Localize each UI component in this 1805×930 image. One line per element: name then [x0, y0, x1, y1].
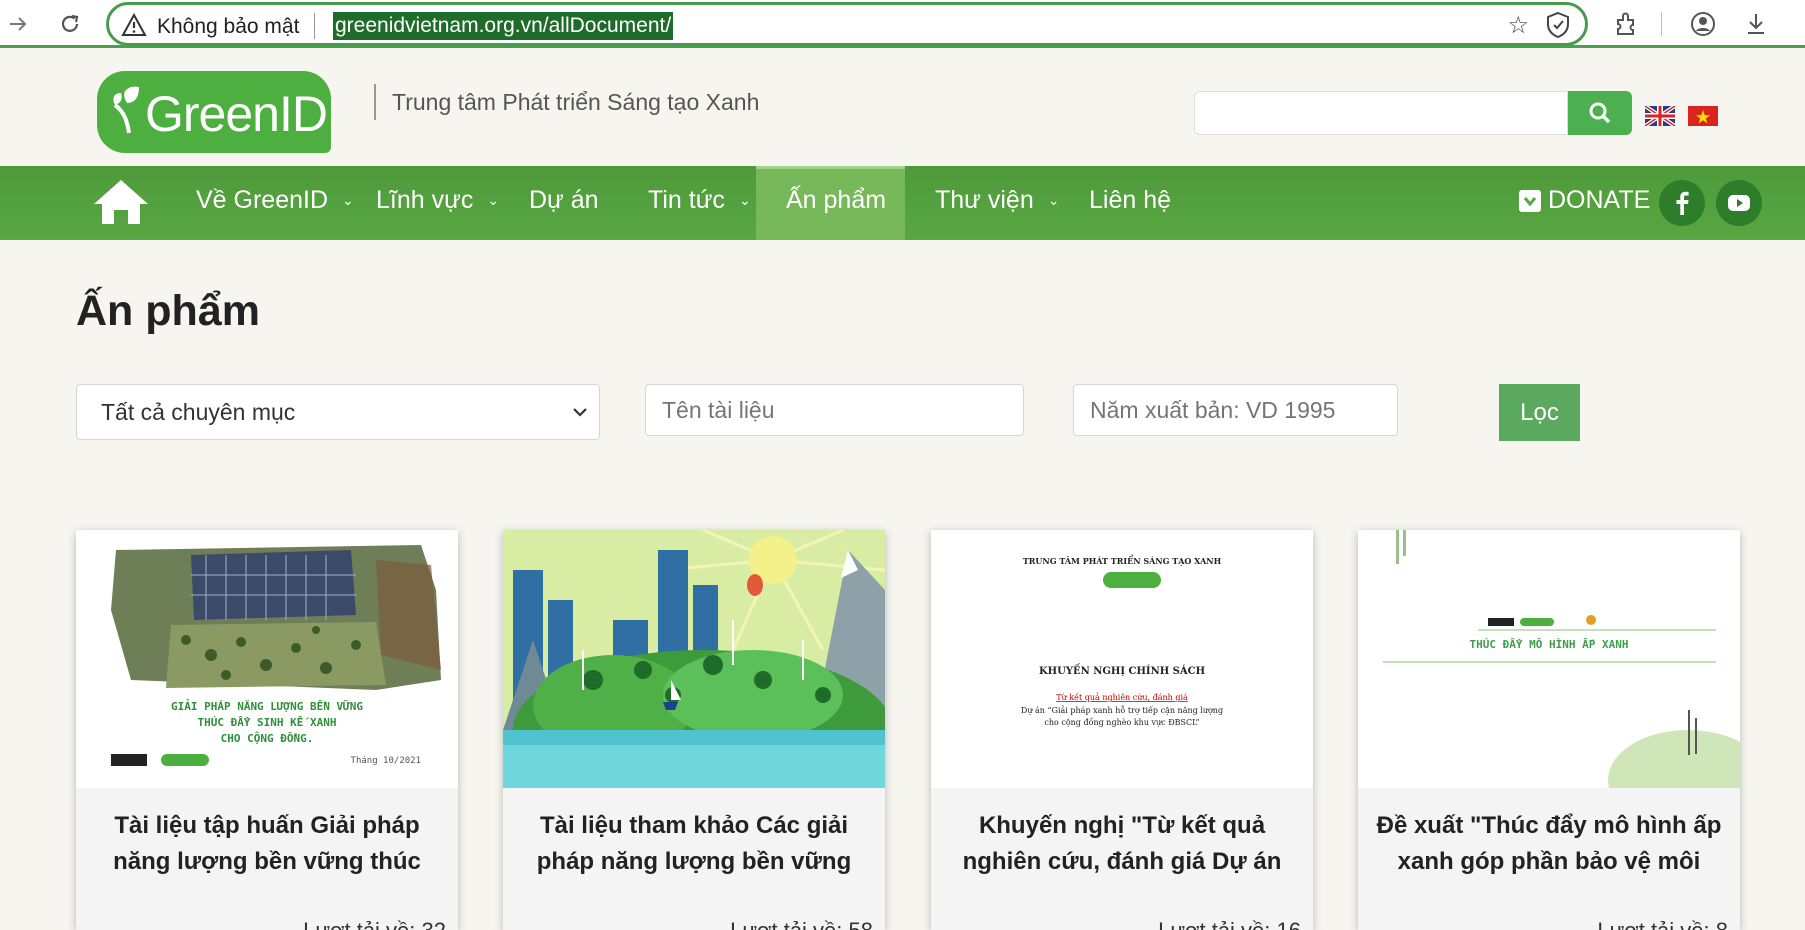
nav-item-label: Dự án [529, 186, 599, 214]
document-cover-image[interactable]: THÚC ĐẨY MÔ HÌNH ẤP XANH [1358, 530, 1740, 788]
page-title: Ấn phẩm [76, 287, 260, 335]
chevron-down-icon: ⌄ [342, 192, 354, 208]
leaf-icon [113, 86, 139, 134]
address-divider [314, 13, 315, 39]
chevron-down-icon [573, 408, 587, 417]
document-name-input[interactable] [645, 384, 1024, 436]
cover-line: THÚC ĐẨY SINH KẾ XANH [197, 716, 336, 729]
search-button[interactable] [1568, 91, 1632, 135]
extensions-icon[interactable] [1612, 10, 1640, 38]
nav-item-thu-vien[interactable]: Thư viện ⌄ [935, 186, 1059, 215]
nav-item-label: Về GreenID [196, 186, 329, 214]
cover-line: cho cộng đồng nghèo khu vực ĐBSCL” [1044, 718, 1199, 727]
cover-line: GIẢI PHÁP NĂNG LƯỢNG BỀN VỮNG [171, 699, 363, 713]
document-cover-image[interactable]: GIẢI PHÁP NĂNG LƯỢNG BỀN VỮNG THÚC ĐẨY S… [76, 530, 458, 788]
donate-button[interactable]: DONATE [1518, 186, 1650, 215]
download-count: Lượt tải về: 58 [730, 918, 873, 930]
site-header: GreenID Trung tâm Phát triển Sáng tạo Xa… [0, 51, 1805, 166]
chevron-down-icon: ⌄ [487, 192, 500, 208]
greenid-logo[interactable]: GreenID [97, 71, 331, 153]
warning-icon[interactable] [121, 13, 147, 37]
document-card[interactable]: GIẢI PHÁP NĂNG LƯỢNG BỀN VỮNG THÚC ĐẨY S… [76, 530, 458, 930]
download-icon[interactable] [1742, 10, 1770, 38]
nav-item-linh-vuc[interactable]: Lĩnh vực ⌄ [376, 186, 499, 215]
nav-item-ve-greenid[interactable]: Về GreenID ⌄ [196, 186, 354, 215]
nav-item-label: Thư viện [935, 186, 1034, 214]
tagline: Trung tâm Phát triển Sáng tạo Xanh [392, 89, 760, 115]
cover-line: KHUYẾN NGHỊ CHÍNH SÁCH [1039, 664, 1205, 677]
category-selected-value: Tất cả chuyên mục [101, 398, 296, 425]
nav-item-lien-he[interactable]: Liên hệ [1089, 186, 1171, 215]
nav-item-label: Tin tức [648, 186, 725, 214]
facebook-icon[interactable] [1659, 180, 1705, 226]
nav-item-du-an[interactable]: Dự án [529, 186, 599, 215]
url-text[interactable]: greenidvietnam.org.vn/allDocument/ [333, 12, 674, 40]
cover-date: Tháng 10/2021 [351, 756, 421, 766]
document-card[interactable]: Tài liệu tham khảo Các giải pháp năng lư… [503, 530, 885, 930]
toolbar-divider [1661, 12, 1662, 36]
cover-line: CHO CỘNG ĐỒNG. [221, 731, 314, 745]
cover-line: Từ kết quả nghiên cứu, đánh giá [1056, 693, 1188, 702]
cover-line: TRUNG TÂM PHÁT TRIỂN SÁNG TẠO XANH [1023, 555, 1222, 566]
document-title[interactable]: Khuyến nghị "Từ kết quả nghiên cứu, đánh… [945, 808, 1299, 880]
home-icon[interactable] [92, 178, 150, 226]
nav-item-label: Liên hệ [1089, 186, 1172, 214]
nav-item-tin-tuc[interactable]: Tin tức ⌄ [648, 186, 751, 215]
reload-icon[interactable] [54, 8, 86, 40]
vn-flag-icon[interactable] [1688, 106, 1718, 126]
document-cover-image[interactable]: TRUNG TÂM PHÁT TRIỂN SÁNG TẠO XANH KHUYẾ… [931, 530, 1313, 788]
tagline-divider [374, 84, 376, 120]
document-cover-image[interactable] [503, 530, 885, 788]
cover-line: THÚC ĐẨY MÔ HÌNH ẤP XANH [1470, 638, 1629, 651]
security-label[interactable]: Không bảo mật [157, 15, 299, 39]
search-icon [1589, 102, 1611, 124]
publish-year-input[interactable] [1073, 384, 1398, 436]
address-bar[interactable]: Không bảo mật greenidvietnam.org.vn/allD… [106, 2, 1588, 46]
chevron-down-icon: ⌄ [738, 192, 751, 208]
forward-icon[interactable] [2, 8, 34, 40]
document-title[interactable]: Đề xuất "Thúc đẩy mô hình ấp xanh góp ph… [1372, 808, 1726, 880]
download-count: Lượt tải về: 32 [303, 918, 446, 930]
logo-text: GreenID [145, 86, 328, 142]
document-title[interactable]: Tài liệu tập huấn Giải pháp năng lượng b… [90, 808, 444, 880]
profile-icon[interactable] [1689, 10, 1717, 38]
document-title[interactable]: Tài liệu tham khảo Các giải pháp năng lư… [517, 808, 871, 880]
uk-flag-icon[interactable] [1645, 106, 1675, 126]
filter-button[interactable]: Lọc [1499, 384, 1580, 441]
document-card[interactable]: THÚC ĐẨY MÔ HÌNH ẤP XANH Đề xuất "Thúc đ… [1358, 530, 1740, 930]
star-icon[interactable]: ☆ [1507, 11, 1529, 40]
browser-toolbar: Không bảo mật greenidvietnam.org.vn/allD… [0, 0, 1805, 48]
nav-item-label: Ấn phẩm [786, 186, 887, 214]
download-count: Lượt tải về: 8 [1597, 918, 1728, 930]
shield-icon[interactable] [1545, 11, 1571, 39]
document-card[interactable]: TRUNG TÂM PHÁT TRIỂN SÁNG TẠO XANH KHUYẾ… [931, 530, 1313, 930]
chevron-down-icon: ⌄ [1047, 192, 1060, 208]
download-count: Lượt tải về: 16 [1158, 918, 1301, 930]
donate-label: DONATE [1548, 186, 1651, 214]
nav-item-an-pham[interactable]: Ấn phẩm [786, 186, 886, 215]
search-input[interactable] [1194, 91, 1568, 135]
nav-item-label: Lĩnh vực [376, 186, 474, 214]
cover-line: Dự án “Giải pháp xanh hỗ trợ tiếp cận nă… [1021, 706, 1223, 715]
youtube-icon[interactable] [1716, 180, 1762, 226]
main-nav: Về GreenID ⌄ Lĩnh vực ⌄ Dự án Tin tức ⌄ Ấn … [0, 166, 1805, 240]
category-select[interactable]: Tất cả chuyên mục [76, 384, 600, 440]
donate-icon [1519, 189, 1541, 212]
